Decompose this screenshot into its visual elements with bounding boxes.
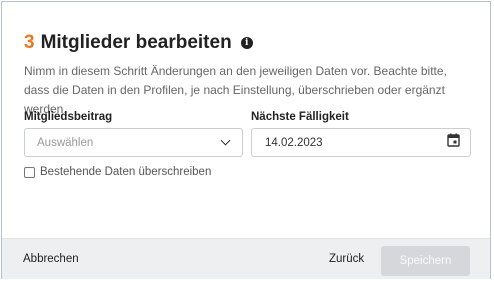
membership-fee-select[interactable]: Auswählen bbox=[24, 128, 243, 157]
overwrite-checkbox[interactable] bbox=[24, 166, 35, 178]
cancel-button[interactable]: Abbrechen bbox=[23, 253, 79, 265]
step-number: 3 bbox=[24, 32, 35, 53]
dialog-header: 3 Mitglieder bearbeiten i bbox=[24, 32, 253, 54]
calendar-icon[interactable] bbox=[447, 133, 460, 152]
save-button[interactable]: Speichern bbox=[381, 246, 470, 276]
back-button[interactable]: Zurück bbox=[329, 253, 364, 265]
membership-fee-placeholder: Auswählen bbox=[37, 136, 94, 149]
next-due-date-value: 14.02.2023 bbox=[265, 136, 323, 149]
membership-fee-label: Mitgliedsbeitrag bbox=[24, 111, 113, 123]
info-icon[interactable]: i bbox=[240, 37, 253, 49]
next-due-date-field[interactable]: 14.02.2023 bbox=[251, 128, 471, 157]
edit-members-dialog: 3 Mitglieder bearbeiten i Nimm in diesem… bbox=[1, 1, 491, 279]
overwrite-checkbox-row[interactable]: Bestehende Daten überschreiben bbox=[24, 166, 211, 178]
dialog-footer: Abbrechen Zurück Speichern bbox=[2, 238, 490, 279]
next-due-label: Nächste Fälligkeit bbox=[251, 111, 349, 123]
overwrite-checkbox-label[interactable]: Bestehende Daten überschreiben bbox=[40, 166, 211, 178]
chevron-down-icon bbox=[220, 135, 231, 146]
dialog-title: Mitglieder bearbeiten bbox=[40, 32, 232, 53]
